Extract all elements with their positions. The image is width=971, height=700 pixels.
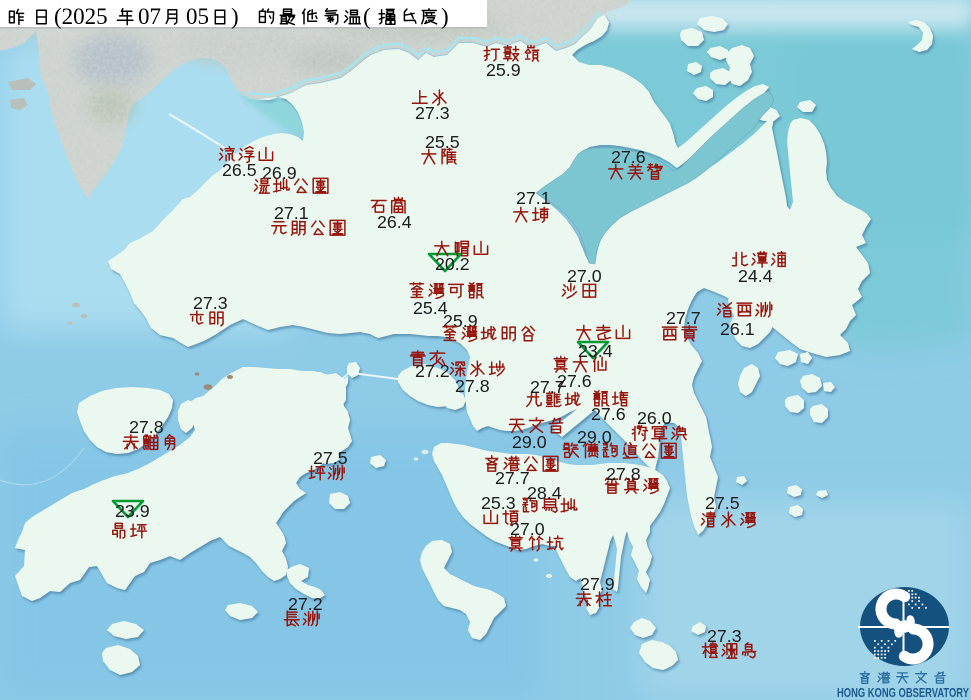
svg-text:27.8: 27.8 xyxy=(606,464,641,484)
svg-text:27.7: 27.7 xyxy=(530,377,565,397)
svg-text:25.9: 25.9 xyxy=(486,60,521,80)
svg-text:29.0: 29.0 xyxy=(577,427,612,447)
svg-text:26.5: 26.5 xyxy=(222,160,257,180)
svg-text:26.0: 26.0 xyxy=(637,408,672,428)
svg-text:05: 05 xyxy=(186,4,209,29)
svg-text:26.1: 26.1 xyxy=(720,319,755,339)
svg-text:): ) xyxy=(231,4,239,29)
svg-text:27.8: 27.8 xyxy=(455,376,490,396)
svg-text:07: 07 xyxy=(138,4,161,29)
svg-text:(: ( xyxy=(363,4,371,29)
svg-text:27.7: 27.7 xyxy=(666,308,701,328)
svg-text:29.0: 29.0 xyxy=(512,432,547,452)
svg-text:25.5: 25.5 xyxy=(425,132,460,152)
svg-text:27.6: 27.6 xyxy=(611,147,646,167)
svg-text:27.0: 27.0 xyxy=(510,519,545,539)
svg-text:27.3: 27.3 xyxy=(415,103,450,123)
svg-text:27.9: 27.9 xyxy=(580,574,615,594)
svg-text:(2025: (2025 xyxy=(54,4,108,29)
svg-text:20.2: 20.2 xyxy=(435,254,470,274)
svg-text:27.8: 27.8 xyxy=(129,417,164,437)
svg-text:25.3: 25.3 xyxy=(481,493,516,513)
svg-text:27.2: 27.2 xyxy=(415,361,450,381)
svg-text:26.4: 26.4 xyxy=(377,212,412,232)
svg-text:23.9: 23.9 xyxy=(115,501,150,521)
svg-text:24.4: 24.4 xyxy=(738,266,773,286)
svg-text:27.7: 27.7 xyxy=(495,468,530,488)
svg-text:27.5: 27.5 xyxy=(705,493,740,513)
svg-text:27.0: 27.0 xyxy=(567,266,602,286)
svg-text:27.5: 27.5 xyxy=(313,448,348,468)
svg-text:27.1: 27.1 xyxy=(516,188,551,208)
svg-text:27.3: 27.3 xyxy=(707,626,742,646)
svg-text:27.3: 27.3 xyxy=(193,293,228,313)
svg-text:27.1: 27.1 xyxy=(274,203,309,223)
svg-text:): ) xyxy=(441,4,449,29)
svg-text:27.2: 27.2 xyxy=(288,594,323,614)
svg-text:HONG KONG OBSERVATORY: HONG KONG OBSERVATORY xyxy=(837,686,969,700)
svg-text:28.4: 28.4 xyxy=(527,483,562,503)
svg-text:27.6: 27.6 xyxy=(591,404,626,424)
